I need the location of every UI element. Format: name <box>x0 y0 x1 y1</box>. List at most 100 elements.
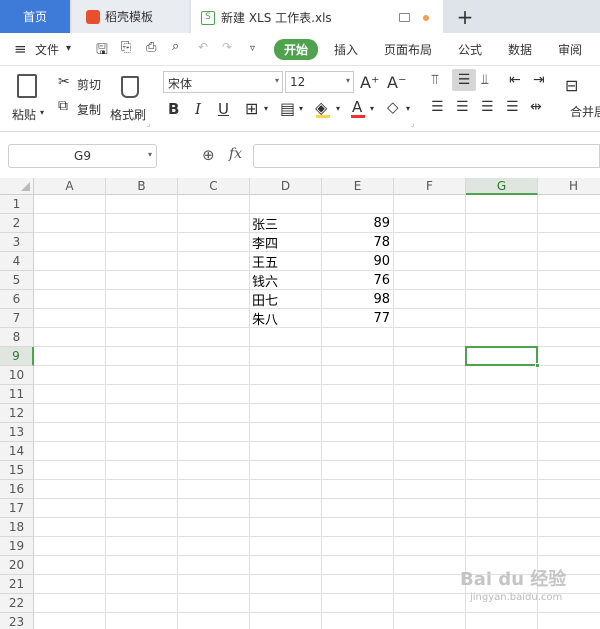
align-middle-icon[interactable]: ☰ <box>452 69 476 91</box>
font-color-icon[interactable]: A <box>352 98 362 116</box>
monitor-icon[interactable] <box>399 13 410 22</box>
font-expand-icon[interactable]: ⌟ <box>411 120 414 128</box>
borders-icon[interactable]: ⊞ <box>245 99 258 118</box>
cut-button[interactable]: 剪切 <box>77 76 101 93</box>
chevron-down-icon[interactable]: ▾ <box>406 104 410 113</box>
chevron-down-icon[interactable]: ▾ <box>66 43 71 54</box>
merge-center-button[interactable]: 合并居 <box>570 103 600 120</box>
font-family-select[interactable]: 宋体 ▾ <box>163 71 283 93</box>
eraser-icon[interactable]: ◇ <box>387 98 399 116</box>
decrease-font-icon[interactable]: A⁻ <box>387 73 406 92</box>
fill-handle[interactable] <box>535 363 540 368</box>
menu-review[interactable]: 审阅 <box>558 41 582 58</box>
align-center-icon[interactable]: ☰ <box>456 99 469 115</box>
row-header-11[interactable]: 11 <box>0 385 34 404</box>
cell-score[interactable]: 78 <box>322 233 393 252</box>
row-header-10[interactable]: 10 <box>0 366 34 385</box>
column-header-c[interactable]: C <box>178 178 250 195</box>
tab-template[interactable]: 稻壳模板 <box>72 0 189 33</box>
row-header-15[interactable]: 15 <box>0 461 34 480</box>
export-icon[interactable]: ⎘ <box>121 40 131 55</box>
column-header-f[interactable]: F <box>394 178 466 195</box>
row-header-22[interactable]: 22 <box>0 594 34 613</box>
cell-score[interactable]: 89 <box>322 214 393 233</box>
cell-score[interactable]: 76 <box>322 271 393 290</box>
menu-insert[interactable]: 插入 <box>334 41 358 58</box>
row-header-17[interactable]: 17 <box>0 499 34 518</box>
print-preview-icon[interactable]: ⌕ <box>172 39 179 54</box>
new-tab-button[interactable]: + <box>450 0 480 33</box>
align-top-icon[interactable]: ⫪ <box>431 72 439 88</box>
menu-layout[interactable]: 页面布局 <box>384 41 432 58</box>
align-left-icon[interactable]: ☰ <box>431 99 444 115</box>
row-header-1[interactable]: 1 <box>0 195 34 214</box>
bold-icon[interactable]: B <box>168 100 179 118</box>
row-header-5[interactable]: 5 <box>0 271 34 290</box>
merge-cells-icon[interactable]: ⊟ <box>565 76 578 95</box>
increase-indent-icon[interactable]: ⇥ <box>533 72 545 88</box>
justify-icon[interactable]: ☰ <box>506 99 519 115</box>
cell-score[interactable]: 77 <box>322 309 393 328</box>
cell-name[interactable]: 李四 <box>252 233 320 252</box>
row-header-19[interactable]: 19 <box>0 537 34 556</box>
row-header-14[interactable]: 14 <box>0 442 34 461</box>
hamburger-icon[interactable]: ≡ <box>14 40 27 58</box>
fx-icon[interactable]: fx <box>229 146 242 162</box>
row-header-13[interactable]: 13 <box>0 423 34 442</box>
font-size-select[interactable]: 12 ▾ <box>285 71 354 93</box>
select-all-corner[interactable] <box>0 178 34 195</box>
formula-input[interactable] <box>253 144 600 168</box>
decrease-indent-icon[interactable]: ⇤ <box>509 72 521 88</box>
cell-name[interactable]: 田七 <box>252 290 320 309</box>
cell-style-icon[interactable]: ▤ <box>280 99 295 118</box>
chevron-down-icon[interactable]: ▾ <box>336 104 340 113</box>
undo-icon[interactable]: ↶ <box>198 40 208 54</box>
cell-name[interactable]: 钱六 <box>252 271 320 290</box>
row-header-16[interactable]: 16 <box>0 480 34 499</box>
redo-icon[interactable]: ↷ <box>222 40 232 54</box>
selected-cell-g9[interactable] <box>465 346 540 368</box>
cell-score[interactable]: 98 <box>322 290 393 309</box>
cell-score[interactable]: 90 <box>322 252 393 271</box>
chevron-down-icon[interactable]: ▾ <box>299 104 303 113</box>
tab-home[interactable]: 首页 <box>0 0 70 33</box>
row-header-7[interactable]: 7 <box>0 309 34 328</box>
align-bottom-icon[interactable]: ⫫ <box>481 72 489 88</box>
save-icon[interactable]: 🖫 <box>96 39 108 63</box>
zoom-search-icon[interactable]: ⊕ <box>202 146 215 164</box>
column-header-d[interactable]: D <box>250 178 322 195</box>
row-header-20[interactable]: 20 <box>0 556 34 575</box>
column-header-b[interactable]: B <box>106 178 178 195</box>
cell-name[interactable]: 朱八 <box>252 309 320 328</box>
copy-button[interactable]: 复制 <box>77 101 101 118</box>
row-header-4[interactable]: 4 <box>0 252 34 271</box>
italic-icon[interactable]: I <box>195 100 201 118</box>
menu-formula[interactable]: 公式 <box>458 41 482 58</box>
column-header-a[interactable]: A <box>34 178 106 195</box>
clipboard-expand-icon[interactable]: ⌟ <box>147 120 150 128</box>
distributed-icon[interactable]: ⇹ <box>530 99 542 115</box>
row-header-8[interactable]: 8 <box>0 328 34 347</box>
row-header-2[interactable]: 2 <box>0 214 34 233</box>
column-header-e[interactable]: E <box>322 178 394 195</box>
chevron-down-icon[interactable]: ▾ <box>264 104 268 113</box>
row-header-12[interactable]: 12 <box>0 404 34 423</box>
cell-name[interactable]: 张三 <box>252 214 320 233</box>
increase-font-icon[interactable]: A⁺ <box>360 73 379 92</box>
row-header-23[interactable]: 23 <box>0 613 34 629</box>
row-header-18[interactable]: 18 <box>0 518 34 537</box>
row-header-6[interactable]: 6 <box>0 290 34 309</box>
quick-access-more-icon[interactable]: ▿ <box>250 43 255 54</box>
chevron-down-icon[interactable]: ▾ <box>370 104 374 113</box>
align-right-icon[interactable]: ☰ <box>481 99 494 115</box>
menu-data[interactable]: 数据 <box>508 41 532 58</box>
format-painter-button[interactable]: 格式刷 <box>110 70 150 126</box>
paste-button[interactable]: 粘贴 ▾ <box>8 70 48 126</box>
row-header-9[interactable]: 9 <box>0 347 34 366</box>
column-header-h[interactable]: H <box>538 178 600 195</box>
row-header-21[interactable]: 21 <box>0 575 34 594</box>
print-icon[interactable]: ⎙ <box>146 40 156 55</box>
tab-document[interactable]: S 新建 XLS 工作表.xls <box>191 0 443 33</box>
underline-icon[interactable]: U <box>218 100 229 118</box>
spreadsheet-grid[interactable]: A B C D E F G H 1 2 3 4 5 6 7 8 9 10 11 12 13 14 15 16 17 18 19 20 2… <box>0 178 600 629</box>
